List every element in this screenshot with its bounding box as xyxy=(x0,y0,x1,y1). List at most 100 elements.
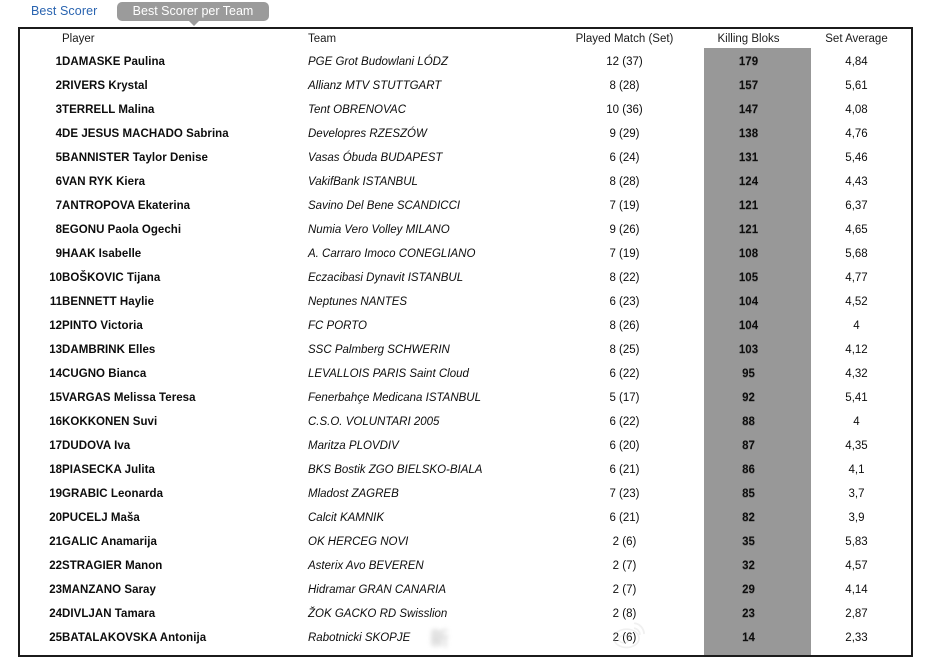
cell-killing-blocks: 87 xyxy=(742,440,755,452)
cell-team: Allianz MTV STUTTGART xyxy=(308,80,442,92)
cell-played-match: 8 (28) xyxy=(609,176,640,188)
cell-killing-blocks: 88 xyxy=(742,416,755,428)
table-row: 10 BOŠKOVIC Tijana Eczacibasi Dynavit ISTA… xyxy=(20,266,911,290)
cell-killing-blocks: 121 xyxy=(738,224,759,236)
cell-team: OK HERCEG NOVI xyxy=(308,536,409,548)
cell-player: DAMASKE Paulina xyxy=(62,56,165,68)
cell-rank: 22 xyxy=(49,560,62,572)
cell-player: BOŠKOVIC Tijana xyxy=(62,272,161,284)
cell-player: STRAGIER Manon xyxy=(62,560,163,572)
cell-set-average: 4,35 xyxy=(845,440,868,452)
cell-player: CUGNO Bianca xyxy=(62,368,147,380)
cell-killing-blocks: 32 xyxy=(742,560,755,572)
table-row: 1 DAMASKE Paulina PGE Grot Budowlani LÓDZ 1… xyxy=(20,50,911,74)
cell-killing-blocks: 82 xyxy=(742,512,755,524)
cell-set-average: 5,83 xyxy=(845,536,868,548)
table-row: 9 HAAK Isabelle A. Carraro Imoco CONEGLIAN… xyxy=(20,242,911,266)
cell-set-average: 2,33 xyxy=(845,632,868,644)
cell-player: VAN RYK Kiera xyxy=(62,176,146,188)
cell-team: Rabotnicki SKOPJE xyxy=(308,632,411,644)
cell-set-average: 4,1 xyxy=(848,464,865,476)
cell-killing-blocks: 108 xyxy=(738,248,759,260)
column-header-rank xyxy=(20,29,62,50)
table-header: Player Team Played Match (Set) Killing B… xyxy=(20,29,911,50)
cell-rank: 11 xyxy=(49,296,62,308)
cell-killing-blocks: 157 xyxy=(738,80,759,92)
table-row: 2 RIVERS Krystal Allianz MTV STUTTGART 8 (2… xyxy=(20,74,911,98)
cell-set-average: 3,9 xyxy=(848,512,865,524)
cell-rank: 3 xyxy=(55,104,62,116)
table-row: 22 STRAGIER Manon Asterix Avo BEVEREN 2 (7)… xyxy=(20,554,911,578)
cell-played-match: 10 (36) xyxy=(606,104,643,116)
cell-player: GRABIC Leonarda xyxy=(62,488,164,500)
cell-played-match: 6 (23) xyxy=(609,296,640,308)
tab-pointer-icon xyxy=(188,20,200,26)
cell-played-match: 2 (6) xyxy=(612,536,637,548)
column-header-played: Played Match (Set) xyxy=(575,33,674,45)
cell-team: C.S.O. VOLUNTARI 2005 xyxy=(308,416,440,428)
cell-set-average: 4,14 xyxy=(845,584,868,596)
table-row: 5 BANNISTER Taylor Denise Vasas Óbuda BUDA… xyxy=(20,146,911,170)
cell-killing-blocks: 92 xyxy=(742,392,755,404)
cell-set-average: 4,52 xyxy=(845,296,868,308)
cell-rank: 2 xyxy=(55,80,62,92)
cell-player: HAAK Isabelle xyxy=(62,248,142,260)
cell-killing-blocks: 131 xyxy=(738,152,759,164)
table-row: 4 DE JESUS MACHADO Sabrina Developres RZES… xyxy=(20,122,911,146)
cell-played-match: 6 (20) xyxy=(609,440,640,452)
table-row: 7 ANTROPOVA Ekaterina Savino Del Bene SCAN… xyxy=(20,194,911,218)
cell-rank: 17 xyxy=(49,440,62,452)
column-header-team: Team xyxy=(308,33,337,45)
cell-rank: 7 xyxy=(55,200,62,212)
cell-set-average: 4,65 xyxy=(845,224,868,236)
cell-set-average: 4 xyxy=(853,320,860,332)
cell-rank: 6 xyxy=(55,176,62,188)
table-row: 16 KOKKONEN Suvi C.S.O. VOLUNTARI 2005 6 (2… xyxy=(20,410,911,434)
table-row: 6 VAN RYK Kiera VakifBank ISTANBUL 8 (28) 12… xyxy=(20,170,911,194)
cell-team: Fenerbahçe Medicana ISTANBUL xyxy=(308,392,482,404)
cell-player: PINTO Victoria xyxy=(62,320,143,332)
cell-rank: 24 xyxy=(49,608,62,620)
cell-rank: 16 xyxy=(49,416,62,428)
cell-rank: 14 xyxy=(49,368,62,380)
table-row: 25 BATALAKOVSKA Antonija Rabotnicki SKOPJE… xyxy=(20,626,911,650)
cell-team: Eczacibasi Dynavit ISTANBUL xyxy=(308,272,464,284)
cell-killing-blocks: 23 xyxy=(742,608,755,620)
cell-rank: 1 xyxy=(55,56,62,68)
table-row: 3 TERRELL Malina Tent OBRENOVAC 10 (36) 147 4… xyxy=(20,98,911,122)
table-row: 23 MANZANO Saray Hidramar GRAN CANARIA 2 (7… xyxy=(20,578,911,602)
cell-set-average: 4,84 xyxy=(845,56,868,68)
cell-set-average: 6,37 xyxy=(845,200,868,212)
cell-killing-blocks: 104 xyxy=(738,320,759,332)
cell-killing-blocks: 104 xyxy=(738,296,759,308)
cell-player: DE JESUS MACHADO Sabrina xyxy=(62,128,229,140)
cell-team: Savino Del Bene SCANDICCI xyxy=(308,200,461,212)
cell-player: BANNISTER Taylor Denise xyxy=(62,152,208,164)
table-row: 19 GRABIC Leonarda Mladost ZAGREB 7 (23) 85 3… xyxy=(20,482,911,506)
table-body: 1 DAMASKE Paulina PGE Grot Budowlani LÓDZ 1… xyxy=(20,50,911,650)
cell-team: SSC Palmberg SCHWERIN xyxy=(308,344,450,356)
cell-killing-blocks: 138 xyxy=(738,128,759,140)
table-row: 13 DAMBRINK Elles SSC Palmberg SCHWERIN 8 (… xyxy=(20,338,911,362)
cell-set-average: 4,43 xyxy=(845,176,868,188)
cell-player: PIASECKA Julita xyxy=(62,464,155,476)
cell-set-average: 4 xyxy=(853,416,860,428)
cell-played-match: 8 (25) xyxy=(609,344,640,356)
cell-played-match: 7 (23) xyxy=(609,488,640,500)
cell-team: BKS Bostik ZGO BIELSKO-BIALA xyxy=(308,464,483,476)
cell-rank: 4 xyxy=(55,128,62,140)
cell-player: ANTROPOVA Ekaterina xyxy=(62,200,191,212)
table-row: 20 PUCELJ Maša Calcit KAMNIK 6 (21) 82 3,9 xyxy=(20,506,911,530)
cell-played-match: 6 (21) xyxy=(609,512,640,524)
cell-killing-blocks: 14 xyxy=(742,632,755,644)
tab-best-scorer[interactable]: Best Scorer xyxy=(31,4,97,18)
table-row: 8 EGONU Paola Ogechi Numia Vero Volley MIL… xyxy=(20,218,911,242)
cell-player: MANZANO Saray xyxy=(62,584,156,596)
column-header-set-average: Set Average xyxy=(825,33,888,45)
cell-killing-blocks: 179 xyxy=(738,56,759,68)
tab-best-scorer-per-team[interactable]: Best Scorer per Team xyxy=(117,2,269,21)
cell-set-average: 4,77 xyxy=(845,272,868,284)
table-header-row: Player Team Played Match (Set) Killing B… xyxy=(20,29,911,50)
cell-killing-blocks: 105 xyxy=(738,272,759,284)
cell-team: Developres RZESZÓW xyxy=(308,128,427,140)
